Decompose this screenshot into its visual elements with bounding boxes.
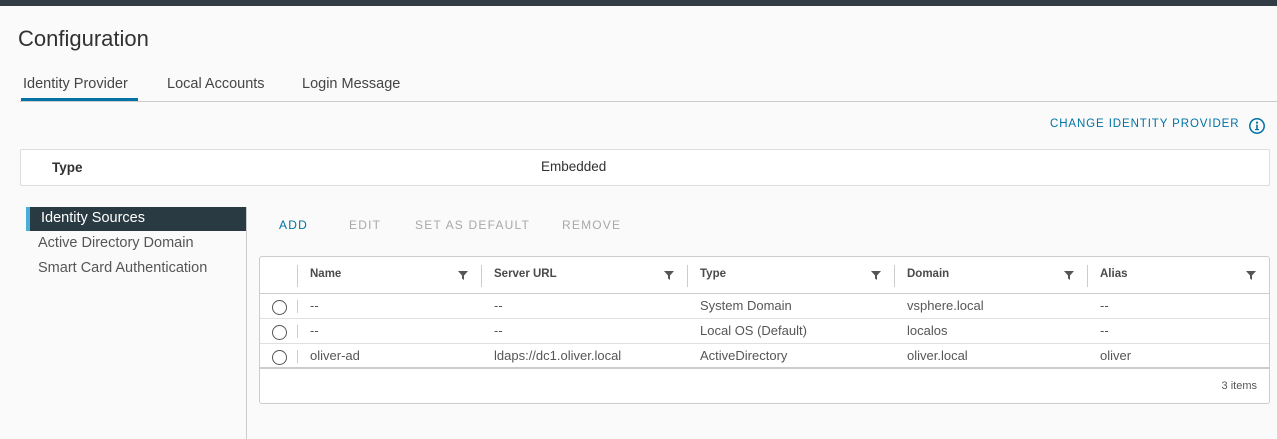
cell-server-url: --: [494, 323, 503, 338]
column-separator[interactable]: [894, 265, 895, 287]
cell-domain: vsphere.local: [907, 298, 984, 313]
tab-local-accounts[interactable]: Local Accounts: [167, 76, 265, 92]
filter-icon[interactable]: [458, 270, 468, 280]
filter-icon[interactable]: [664, 270, 674, 280]
tab-identity-provider[interactable]: Identity Provider: [23, 76, 128, 92]
row-separator: [297, 325, 298, 338]
column-header-type[interactable]: Type: [700, 268, 726, 280]
column-header-server-url[interactable]: Server URL: [494, 268, 557, 280]
row-separator: [297, 300, 298, 313]
column-separator[interactable]: [481, 265, 482, 287]
identity-sources-grid: Name Server URL Type Domain Alias -- -- …: [259, 256, 1270, 404]
filter-icon[interactable]: [871, 270, 881, 280]
filter-icon[interactable]: [1246, 270, 1256, 280]
sidebar-item-active-directory-domain[interactable]: Active Directory Domain: [26, 232, 246, 256]
edit-button[interactable]: EDIT: [349, 218, 381, 232]
sidebar-item-label: Active Directory Domain: [38, 235, 194, 251]
cell-name: --: [310, 298, 319, 313]
table-row[interactable]: -- -- System Domain vsphere.local --: [260, 294, 1269, 319]
table-row[interactable]: oliver-ad ldaps://dc1.oliver.local Activ…: [260, 344, 1269, 369]
identity-provider-type-panel: Type Embedded: [20, 149, 1270, 186]
change-identity-provider-link[interactable]: CHANGE IDENTITY PROVIDER: [1050, 118, 1239, 130]
row-select-radio[interactable]: [272, 300, 287, 315]
cell-server-url: --: [494, 298, 503, 313]
cell-type: Local OS (Default): [700, 323, 807, 338]
tab-login-message[interactable]: Login Message: [302, 76, 400, 92]
column-separator[interactable]: [1087, 265, 1088, 287]
set-as-default-button[interactable]: SET AS DEFAULT: [415, 218, 530, 232]
sidebar-item-label: Identity Sources: [41, 210, 145, 226]
sidebar-divider: [246, 207, 247, 439]
active-tab-indicator: [21, 98, 138, 101]
page-title: Configuration: [18, 26, 149, 51]
add-button[interactable]: ADD: [279, 218, 308, 232]
cell-alias: oliver: [1100, 348, 1132, 363]
sidebar-item-smart-card-authentication[interactable]: Smart Card Authentication: [26, 257, 246, 281]
remove-button[interactable]: REMOVE: [562, 218, 621, 232]
row-select-radio[interactable]: [272, 350, 287, 365]
column-header-name[interactable]: Name: [310, 268, 341, 280]
cell-name: --: [310, 323, 319, 338]
type-value: Embedded: [541, 159, 607, 174]
cell-domain: oliver.local: [907, 348, 968, 363]
column-separator[interactable]: [687, 265, 688, 287]
sidebar-item-identity-sources[interactable]: Identity Sources: [26, 207, 246, 231]
cell-name: oliver-ad: [310, 348, 360, 363]
cell-type: System Domain: [700, 298, 792, 313]
column-header-alias[interactable]: Alias: [1100, 268, 1128, 280]
info-circle-icon[interactable]: [1248, 117, 1266, 135]
type-label: Type: [52, 160, 83, 175]
cell-domain: localos: [907, 323, 948, 338]
tab-bar: Identity Provider Local Accounts Login M…: [20, 70, 1277, 102]
cell-server-url: ldaps://dc1.oliver.local: [494, 348, 622, 363]
grid-header: Name Server URL Type Domain Alias: [260, 257, 1269, 294]
top-header-bar: [0, 0, 1277, 6]
cell-alias: --: [1100, 323, 1109, 338]
cell-type: ActiveDirectory: [700, 348, 788, 363]
column-separator: [297, 265, 298, 287]
row-select-radio[interactable]: [272, 325, 287, 340]
row-separator: [297, 350, 298, 363]
grid-item-count: 3 items: [1221, 380, 1257, 392]
sidebar-item-label: Smart Card Authentication: [38, 260, 208, 276]
filter-icon[interactable]: [1064, 270, 1074, 280]
cell-alias: --: [1100, 298, 1109, 313]
table-row[interactable]: -- -- Local OS (Default) localos --: [260, 319, 1269, 344]
column-header-domain[interactable]: Domain: [907, 268, 949, 280]
